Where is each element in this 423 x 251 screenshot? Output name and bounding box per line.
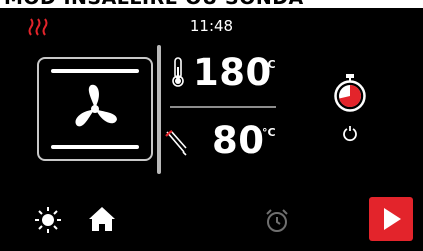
thermometer-icon (171, 57, 185, 91)
bottom-heating-element-bar (51, 145, 139, 149)
light-icon[interactable] (35, 207, 61, 237)
oven-temperature-value[interactable]: 180 (193, 54, 272, 91)
probe-temperature-value[interactable]: 80 (212, 122, 265, 159)
top-heating-element-bar (51, 69, 139, 73)
stopwatch-icon[interactable] (333, 74, 367, 118)
home-icon[interactable] (88, 206, 116, 236)
fan-icon (67, 81, 123, 141)
cooking-mode-button[interactable] (37, 57, 153, 161)
alarm-clock-icon[interactable] (265, 209, 289, 237)
play-icon (384, 208, 401, 230)
page-title: MOD INSALLIRE OU SONDA (4, 0, 304, 8)
meat-probe-icon (164, 130, 188, 160)
clock-time: 11:48 (189, 17, 234, 35)
oven-temperature-unit: °C (262, 58, 276, 71)
oven-display: 11:48 180 °C 80 °C (0, 8, 423, 251)
probe-temperature-unit: °C (262, 126, 276, 139)
horizontal-divider (170, 106, 276, 108)
title-band: MOD INSALLIRE OU SONDA (0, 0, 423, 8)
reset-icon[interactable] (342, 126, 358, 146)
start-button[interactable] (369, 197, 413, 241)
vertical-divider (157, 45, 161, 174)
